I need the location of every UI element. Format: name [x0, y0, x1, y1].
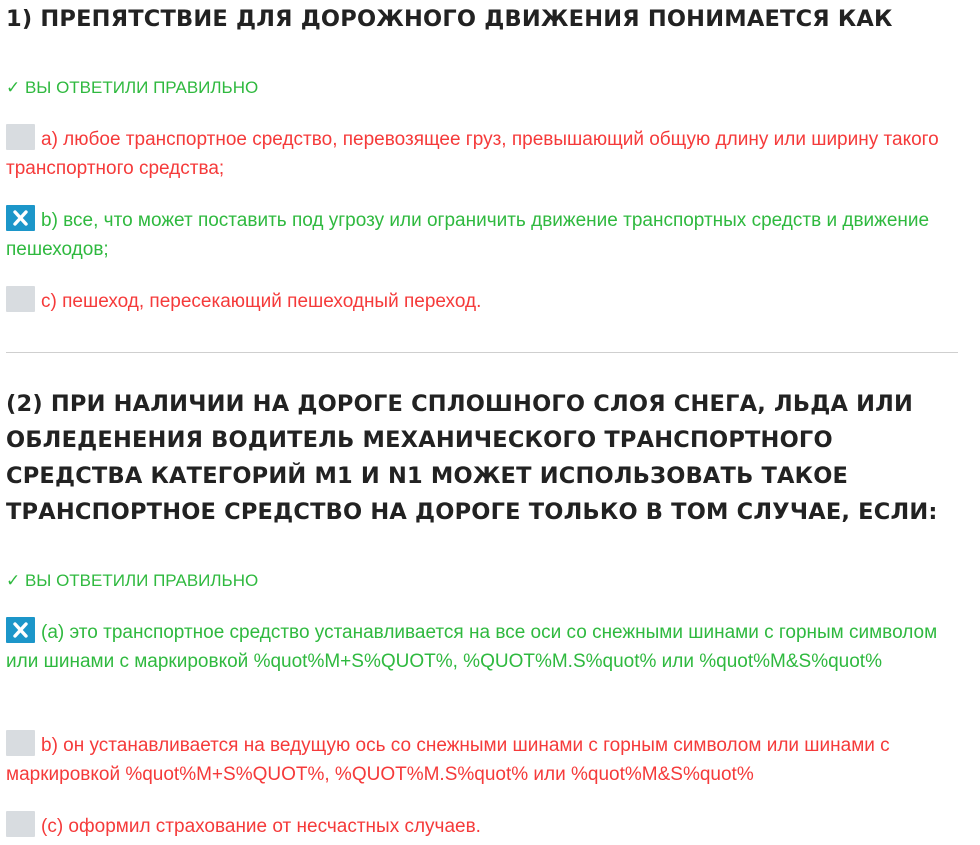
answer-option-c[interactable]: c) пешеход, пересекающий пешеходный пере… — [6, 286, 958, 316]
answer-option-a[interactable]: a) любое транспортное средство, перевозя… — [6, 124, 958, 183]
answer-option-b[interactable]: b) все, что может поставить под угрозу и… — [6, 205, 958, 264]
answer-checkbox[interactable] — [6, 811, 35, 837]
answer-text: a) любое транспортное средство, перевозя… — [6, 129, 939, 179]
question-title: 1) ПРЕПЯТСТВИЕ ДЛЯ ДОРОЖНОГО ДВИЖЕНИЯ ПО… — [6, 6, 893, 32]
answer-text: c) пешеход, пересекающий пешеходный пере… — [41, 291, 482, 312]
answer-checkbox[interactable] — [6, 124, 35, 150]
close-icon — [13, 622, 28, 638]
result-status: ✓ ВЫ ОТВЕТИЛИ ПРАВИЛЬНО — [6, 78, 259, 97]
answer-option-c[interactable]: (c) оформил страхование от несчастных сл… — [6, 811, 958, 841]
answer-checkbox-checked[interactable] — [6, 205, 35, 231]
question-title: (2) ПРИ НАЛИЧИИ НА ДОРОГЕ СПЛОШНОГО СЛОЯ… — [6, 391, 938, 525]
answer-option-b[interactable]: b) он устанавливается на ведущую ось со … — [6, 730, 958, 789]
result-status: ✓ ВЫ ОТВЕТИЛИ ПРАВИЛЬНО — [6, 571, 259, 590]
divider — [6, 352, 958, 353]
answer-text: b) все, что может поставить под угрозу и… — [6, 210, 930, 260]
answer-checkbox[interactable] — [6, 730, 35, 756]
answer-checkbox-checked[interactable] — [6, 617, 35, 643]
close-icon — [13, 210, 28, 226]
answer-option-a[interactable]: (a) это транспортное средство устанавлив… — [6, 617, 958, 676]
answer-checkbox[interactable] — [6, 286, 35, 312]
answer-text: b) он устанавливается на ведущую ось со … — [6, 735, 890, 785]
answer-text: (c) оформил страхование от несчастных сл… — [41, 816, 481, 837]
answer-text: (a) это транспортное средство устанавлив… — [6, 622, 938, 672]
